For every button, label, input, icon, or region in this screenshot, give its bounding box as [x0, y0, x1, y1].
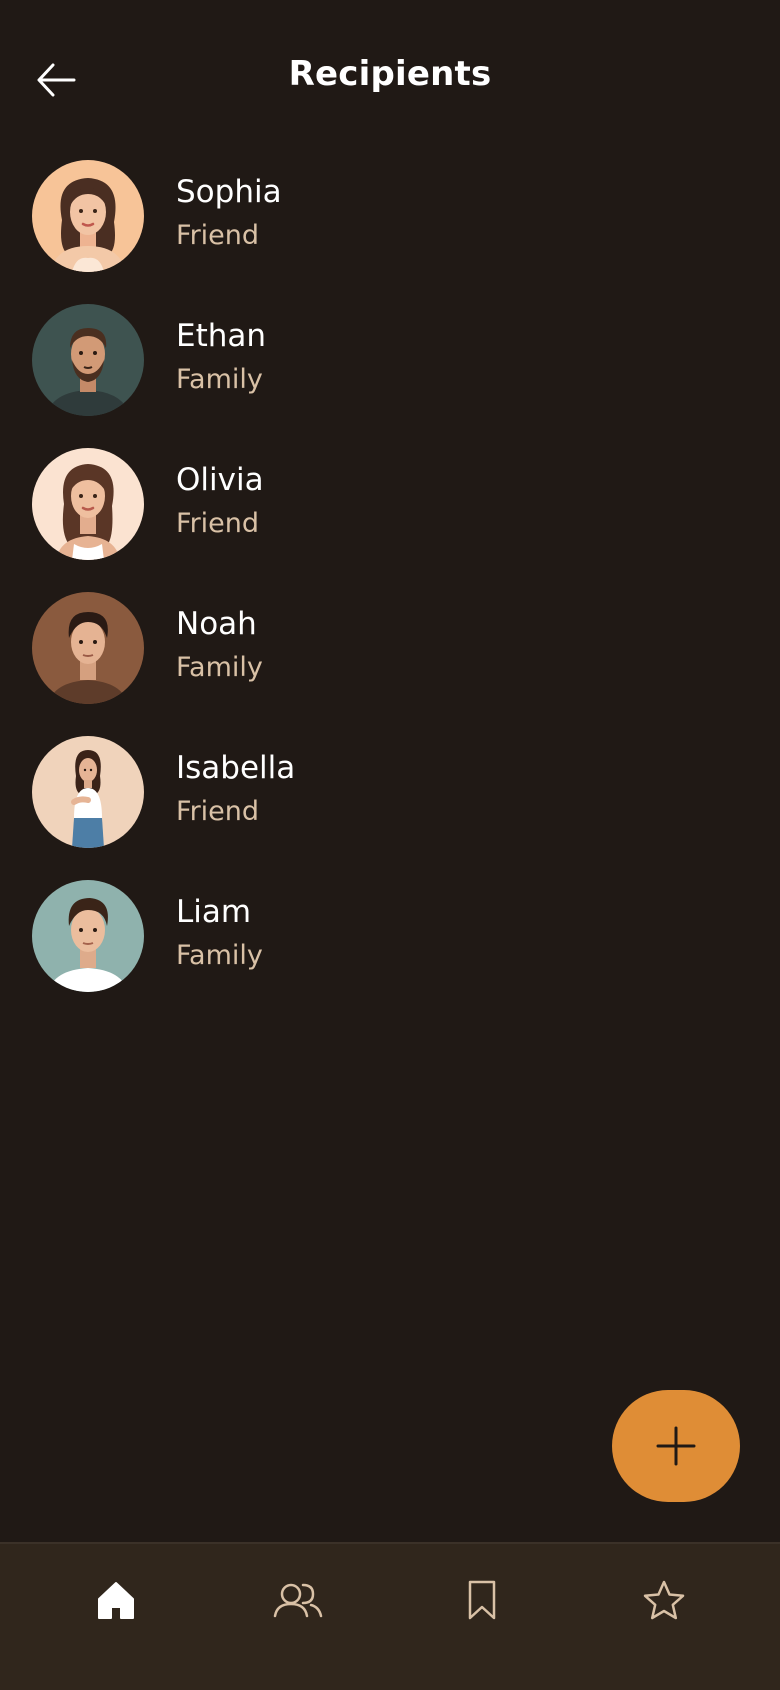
recipient-relation: Friend	[176, 796, 260, 827]
recipient-item-isabella[interactable]: Isabella Friend	[0, 734, 780, 878]
recipients-screen: Recipients Sophia Friend Ethan Family Ol…	[0, 0, 780, 1690]
avatar-image	[32, 592, 144, 704]
avatar-image	[32, 160, 144, 272]
avatar	[32, 880, 144, 992]
recipient-info: Noah Family	[176, 604, 263, 688]
recipient-name: Ethan	[176, 318, 267, 354]
recipient-info: Liam Family	[176, 892, 263, 976]
home-icon	[98, 1582, 134, 1619]
recipient-relation: Family	[176, 940, 263, 971]
people-icon	[273, 1583, 323, 1618]
recipient-item-ethan[interactable]: Ethan Family	[0, 302, 780, 446]
recipient-item-liam[interactable]: Liam Family	[0, 878, 780, 1022]
avatar	[32, 592, 144, 704]
avatar	[32, 448, 144, 560]
recipient-item-olivia[interactable]: Olivia Friend	[0, 446, 780, 590]
recipient-name: Isabella	[176, 750, 296, 786]
recipient-relation: Family	[176, 652, 263, 683]
plus-icon	[656, 1426, 696, 1466]
recipient-name: Liam	[176, 894, 252, 930]
nav-home[interactable]	[84, 1568, 148, 1632]
avatar-image	[32, 736, 144, 848]
recipient-info: Sophia Friend	[176, 172, 282, 256]
star-icon	[643, 1580, 685, 1620]
page-title: Recipients	[288, 54, 492, 94]
recipient-info: Isabella Friend	[176, 748, 295, 832]
recipient-list: Sophia Friend Ethan Family Olivia Friend…	[0, 158, 780, 1022]
nav-favorites[interactable]	[632, 1568, 696, 1632]
recipient-item-sophia[interactable]: Sophia Friend	[0, 158, 780, 302]
recipient-info: Olivia Friend	[176, 460, 264, 544]
recipient-item-noah[interactable]: Noah Family	[0, 590, 780, 734]
recipient-relation: Family	[176, 364, 263, 395]
avatar-image	[32, 448, 144, 560]
add-recipient-button[interactable]	[612, 1390, 740, 1502]
avatar	[32, 304, 144, 416]
recipient-name: Noah	[176, 606, 257, 642]
avatar-image	[32, 304, 144, 416]
bookmark-icon	[468, 1580, 496, 1620]
recipient-info: Ethan Family	[176, 316, 266, 400]
recipient-name: Sophia	[176, 174, 282, 210]
nav-people[interactable]	[266, 1568, 330, 1632]
avatar	[32, 736, 144, 848]
nav-bookmarks[interactable]	[450, 1568, 514, 1632]
recipient-relation: Friend	[176, 508, 260, 539]
recipient-name: Olivia	[176, 462, 264, 498]
avatar	[32, 160, 144, 272]
avatar-image	[32, 880, 144, 992]
bottom-nav	[0, 1542, 780, 1690]
recipient-relation: Friend	[176, 220, 260, 251]
app-header: Recipients	[0, 0, 780, 160]
